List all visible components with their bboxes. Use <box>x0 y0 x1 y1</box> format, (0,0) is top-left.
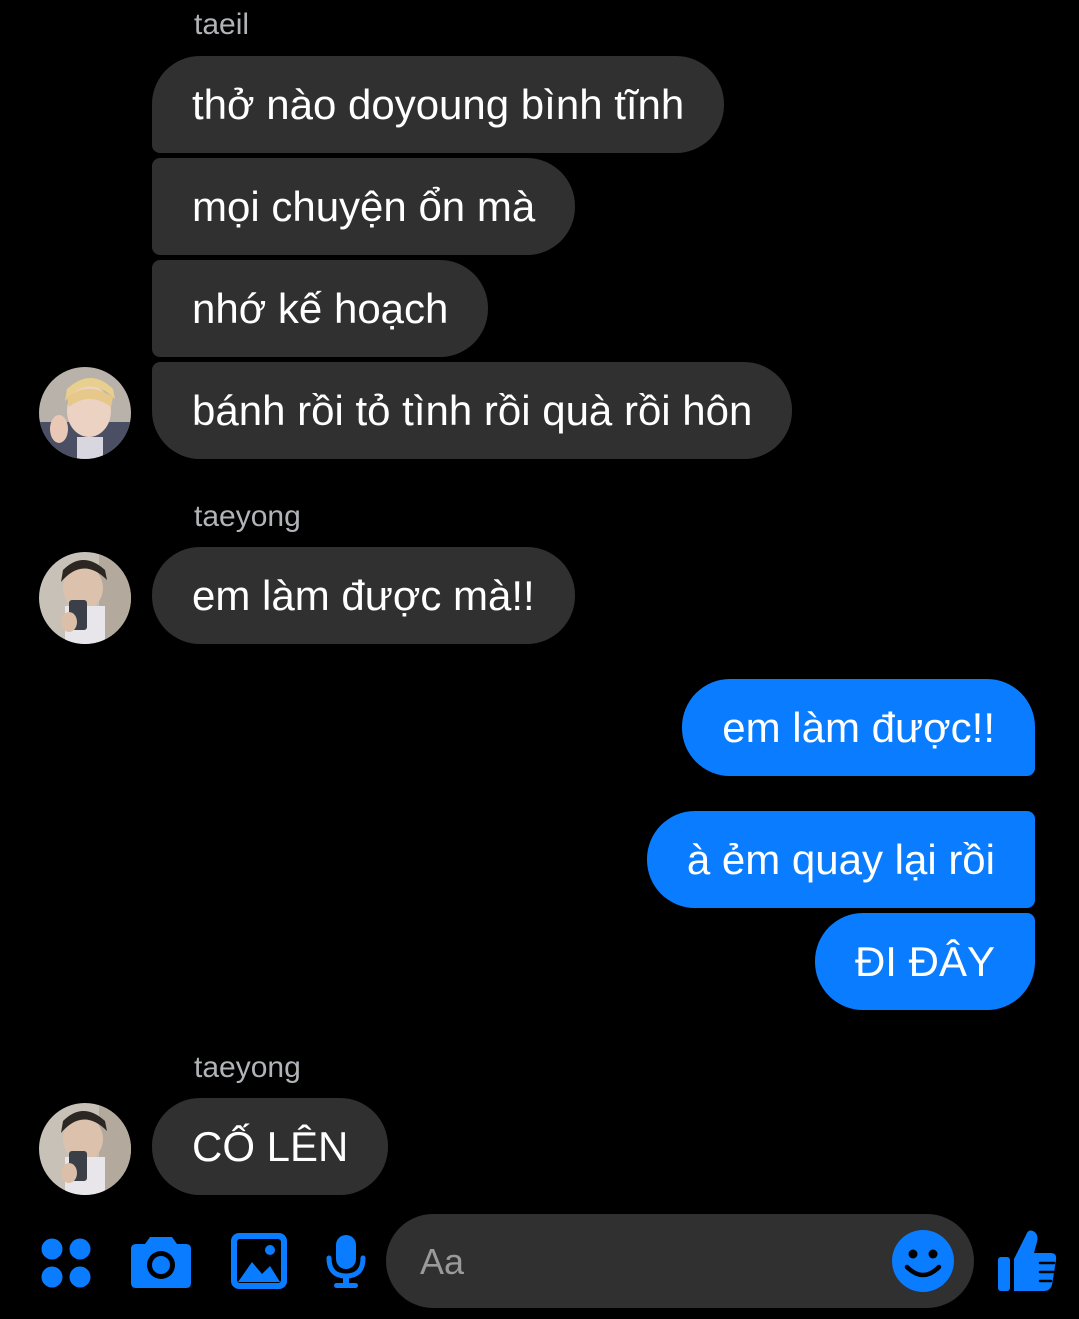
message-bubble-outgoing[interactable]: ĐI ĐÂY <box>814 913 1035 1010</box>
sender-name-taeyong: taeyong <box>194 1051 301 1084</box>
avatar-taeil[interactable] <box>39 367 131 459</box>
message-bubble-incoming[interactable]: bánh rồi tỏ tình rồi quà rồi hôn <box>152 362 793 459</box>
message-bubble-incoming[interactable]: em làm được mà!! <box>152 547 575 644</box>
microphone-icon[interactable] <box>326 1234 366 1290</box>
message-bubble-incoming[interactable]: nhớ kế hoạch <box>152 260 489 357</box>
camera-icon[interactable] <box>130 1233 192 1289</box>
avatar-taeyong[interactable] <box>39 552 131 644</box>
message-bubble-incoming[interactable]: mọi chuyện ổn mà <box>152 158 576 255</box>
message-bubble-outgoing[interactable]: à ẻm quay lại rồi <box>646 811 1035 908</box>
message-bubble-outgoing[interactable]: em làm được!! <box>682 679 1035 776</box>
sender-name-taeil: taeil <box>194 8 250 41</box>
emoji-icon[interactable] <box>891 1229 955 1293</box>
message-bubble-incoming[interactable]: thở nào doyoung bình tĩnh <box>152 56 725 153</box>
gallery-icon[interactable] <box>230 1232 288 1290</box>
avatar-taeyong[interactable] <box>39 1103 131 1195</box>
message-input[interactable] <box>418 1214 882 1310</box>
message-input-container[interactable] <box>386 1214 974 1310</box>
sender-name-taeyong: taeyong <box>194 500 301 533</box>
thumbs-up-icon[interactable] <box>996 1229 1058 1293</box>
apps-grid-icon[interactable] <box>40 1237 92 1289</box>
message-bubble-incoming[interactable]: CỐ LÊN <box>152 1098 389 1195</box>
